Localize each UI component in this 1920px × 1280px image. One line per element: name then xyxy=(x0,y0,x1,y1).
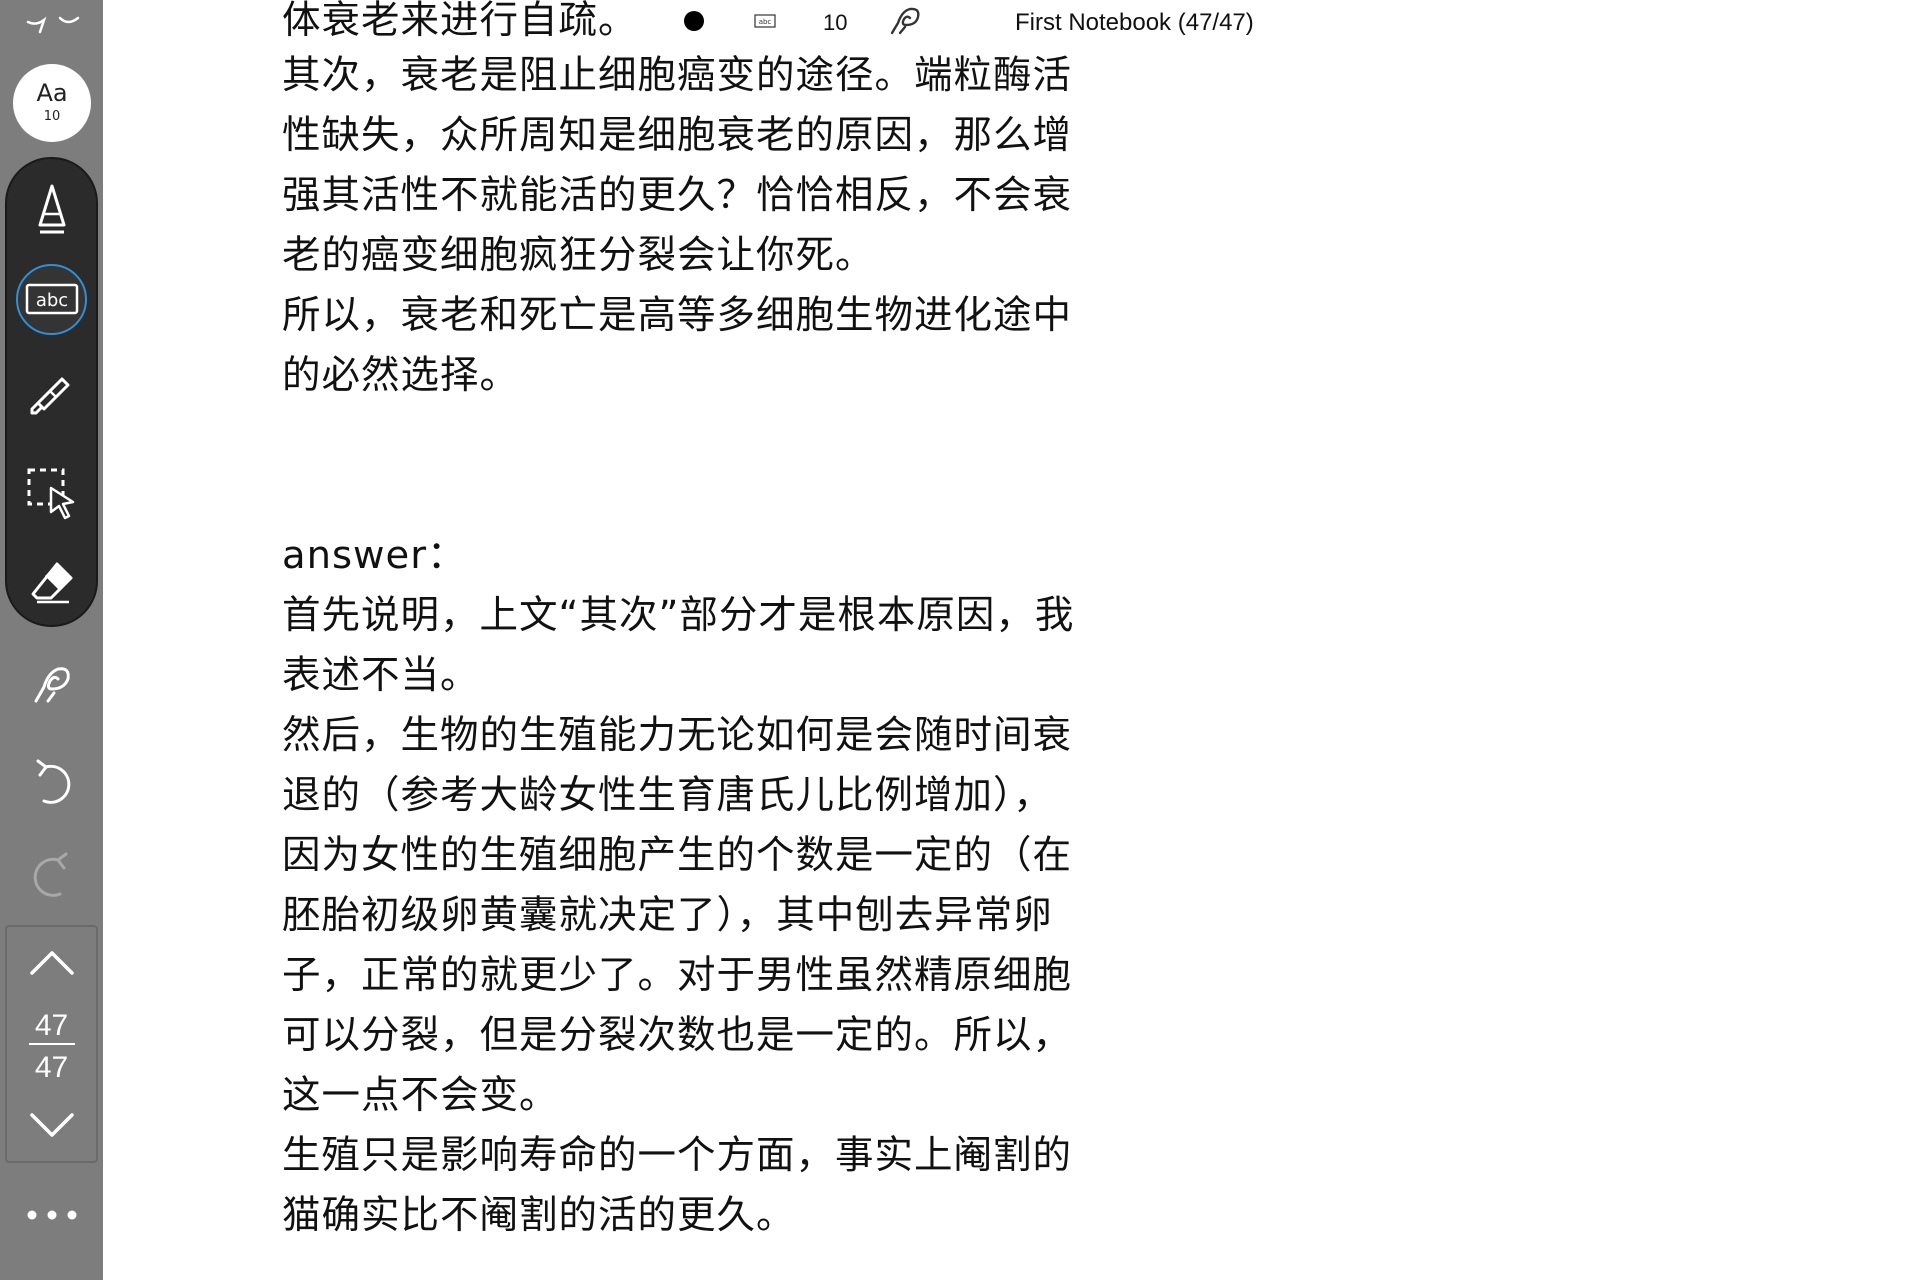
current-page-number: 47 xyxy=(34,1009,69,1042)
text-line: 首先说明，上文“其次”部分才是根本原因，我 xyxy=(282,593,1075,638)
page-up-button[interactable] xyxy=(7,947,96,987)
text-line: 因为女性的生殖细胞产生的个数是一定的（在 xyxy=(282,833,1073,878)
undo-icon xyxy=(32,759,72,811)
note-text-area[interactable]: 体衰老来进行自疏。 其次，衰老是阻止细胞癌变的途径。端粒酶活 性缺失，众所周知是… xyxy=(282,0,1152,1246)
redo-icon xyxy=(32,852,72,904)
eraser-tool-button[interactable] xyxy=(7,543,96,623)
text-tool-button[interactable]: abc xyxy=(7,259,96,339)
text-line: 强其活性不就能活的更久？恰恰相反，不会衰 xyxy=(282,173,1073,218)
font-button-label: Aa xyxy=(36,79,68,107)
abc-label: abc xyxy=(35,290,67,311)
text-line: 退的（参考大龄女性生育唐氏儿比例增加）， xyxy=(282,773,1053,818)
blank-space xyxy=(282,406,1152,526)
left-toolbar: Aa 10 abc 47 47 xyxy=(0,0,103,1280)
eraser-icon xyxy=(29,560,75,606)
text-line: 这一点不会变。 xyxy=(282,1073,559,1118)
text-line: 胚胎初级卵黄囊就决定了），其中刨去异常卵 xyxy=(282,893,1053,938)
text-line: 其次，衰老是阻止细胞癌变的途径。端粒酶活 xyxy=(282,53,1073,98)
page-down-button[interactable] xyxy=(7,1111,96,1151)
gesture-button[interactable] xyxy=(0,650,103,720)
pen-tool-button[interactable] xyxy=(7,169,96,249)
chevron-down-icon xyxy=(28,1111,76,1151)
text-line: 所以，衰老和死亡是高等多细胞生物进化途中 xyxy=(282,293,1073,338)
text-line: 表述不当。 xyxy=(282,653,480,698)
font-button-size: 10 xyxy=(43,109,61,124)
text-line: 生殖只是影响寿命的一个方面，事实上阉割的 xyxy=(282,1133,1073,1178)
text-line: 的必然选择。 xyxy=(282,353,520,398)
tool-palette: abc xyxy=(5,157,98,627)
text-line: 猫确实比不阉割的活的更久。 xyxy=(282,1193,796,1238)
text-line: 子，正常的就更少了。对于男性虽然精原细胞 xyxy=(282,953,1073,998)
redo-button[interactable] xyxy=(0,843,103,913)
more-dots-icon xyxy=(26,1206,78,1225)
lasso-select-icon xyxy=(25,466,79,520)
answer-heading: answer： xyxy=(282,533,467,578)
pen-tip-icon xyxy=(35,183,69,235)
text-line: 老的癌变细胞疯狂分裂会让你死。 xyxy=(282,233,875,278)
page-number-divider xyxy=(29,1043,75,1045)
text-line: 性缺失，众所周知是细胞衰老的原因，那么增 xyxy=(282,113,1073,158)
abc-text-icon: abc xyxy=(25,283,79,315)
hand-gesture-icon xyxy=(28,659,76,711)
collapse-toolbar-icon[interactable] xyxy=(14,0,86,40)
chevron-up-icon xyxy=(28,947,76,987)
page-navigator: 47 47 xyxy=(5,925,98,1163)
font-size-button[interactable]: Aa 10 xyxy=(13,64,91,142)
highlighter-tool-button[interactable] xyxy=(7,355,96,435)
text-line: 体衰老来进行自疏。 xyxy=(282,0,638,43)
more-button[interactable] xyxy=(0,1180,103,1250)
text-line: 然后，生物的生殖能力无论如何是会随时间衰 xyxy=(282,713,1073,758)
text-line: 可以分裂，但是分裂次数也是一定的。所以， xyxy=(282,1013,1073,1058)
total-page-number: 47 xyxy=(34,1051,69,1084)
select-tool-button[interactable] xyxy=(7,453,96,533)
undo-button[interactable] xyxy=(0,750,103,820)
highlighter-icon xyxy=(28,371,76,419)
